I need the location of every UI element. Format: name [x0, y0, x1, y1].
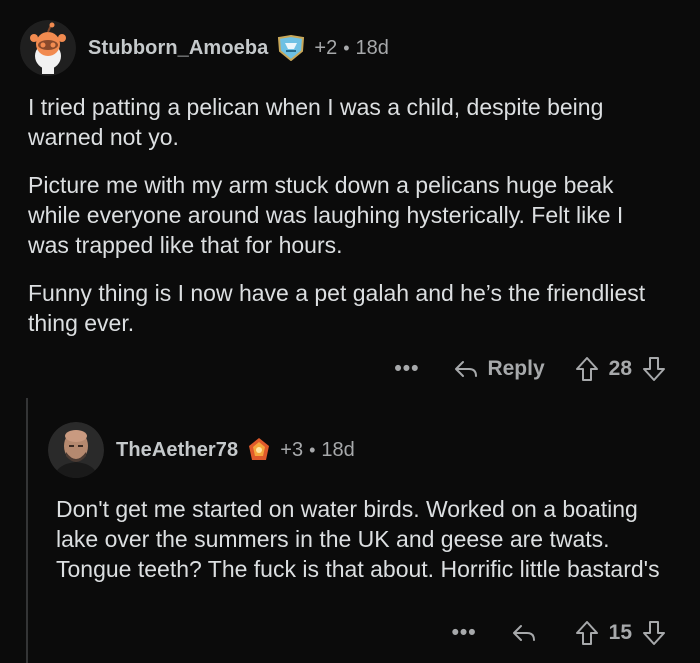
avatar[interactable]	[48, 422, 104, 478]
comment-paragraph: Don't get me started on water birds. Wor…	[56, 496, 660, 582]
comment-paragraph: Picture me with my arm stuck down a peli…	[28, 172, 624, 258]
comment-age: 18d	[355, 36, 389, 59]
achievement-badge-icon	[246, 436, 272, 464]
comment-age: 18d	[321, 438, 355, 461]
more-options-button[interactable]: •••	[394, 357, 419, 381]
comment-paragraph: I tried patting a pelican when I was a c…	[28, 94, 604, 150]
thread-line	[26, 398, 28, 663]
reply-label: Reply	[487, 357, 545, 380]
reply-button[interactable]: Reply	[453, 357, 545, 381]
reply-arrow-icon	[512, 625, 535, 641]
comment-actions: ••• Reply 28	[394, 356, 666, 382]
comment-actions: ••• 15	[452, 620, 666, 646]
more-options-button[interactable]: •••	[452, 621, 477, 645]
comment-header: TheAether78 +3 • 18d	[48, 422, 355, 478]
upvote-arrow-icon[interactable]	[575, 356, 599, 382]
vote-controls: 28	[575, 356, 666, 382]
reply-button[interactable]	[511, 623, 545, 643]
avatar[interactable]	[20, 20, 76, 76]
vote-controls: 15	[575, 620, 666, 646]
separator-dot: •	[343, 37, 350, 58]
username[interactable]: TheAether78	[116, 439, 238, 462]
separator-dot: •	[309, 439, 316, 460]
vote-count: 28	[608, 357, 632, 380]
comment-header: Stubborn_Amoeba +2 • 18d	[20, 20, 389, 76]
comment-paragraph: Funny thing is I now have a pet galah an…	[28, 280, 646, 336]
vote-count: 15	[608, 621, 632, 644]
reply-arrow-icon	[455, 361, 478, 377]
downvote-arrow-icon[interactable]	[642, 620, 666, 646]
username[interactable]: Stubborn_Amoeba	[88, 37, 268, 60]
achievement-badge-icon	[276, 35, 306, 61]
score-delta: +2	[314, 36, 338, 59]
comment-body: Don't get me started on water birds. Wor…	[56, 494, 676, 602]
downvote-arrow-icon[interactable]	[642, 356, 666, 382]
score-delta: +3	[280, 438, 304, 461]
comment-body: I tried patting a pelican when I was a c…	[28, 92, 668, 356]
upvote-arrow-icon[interactable]	[575, 620, 599, 646]
